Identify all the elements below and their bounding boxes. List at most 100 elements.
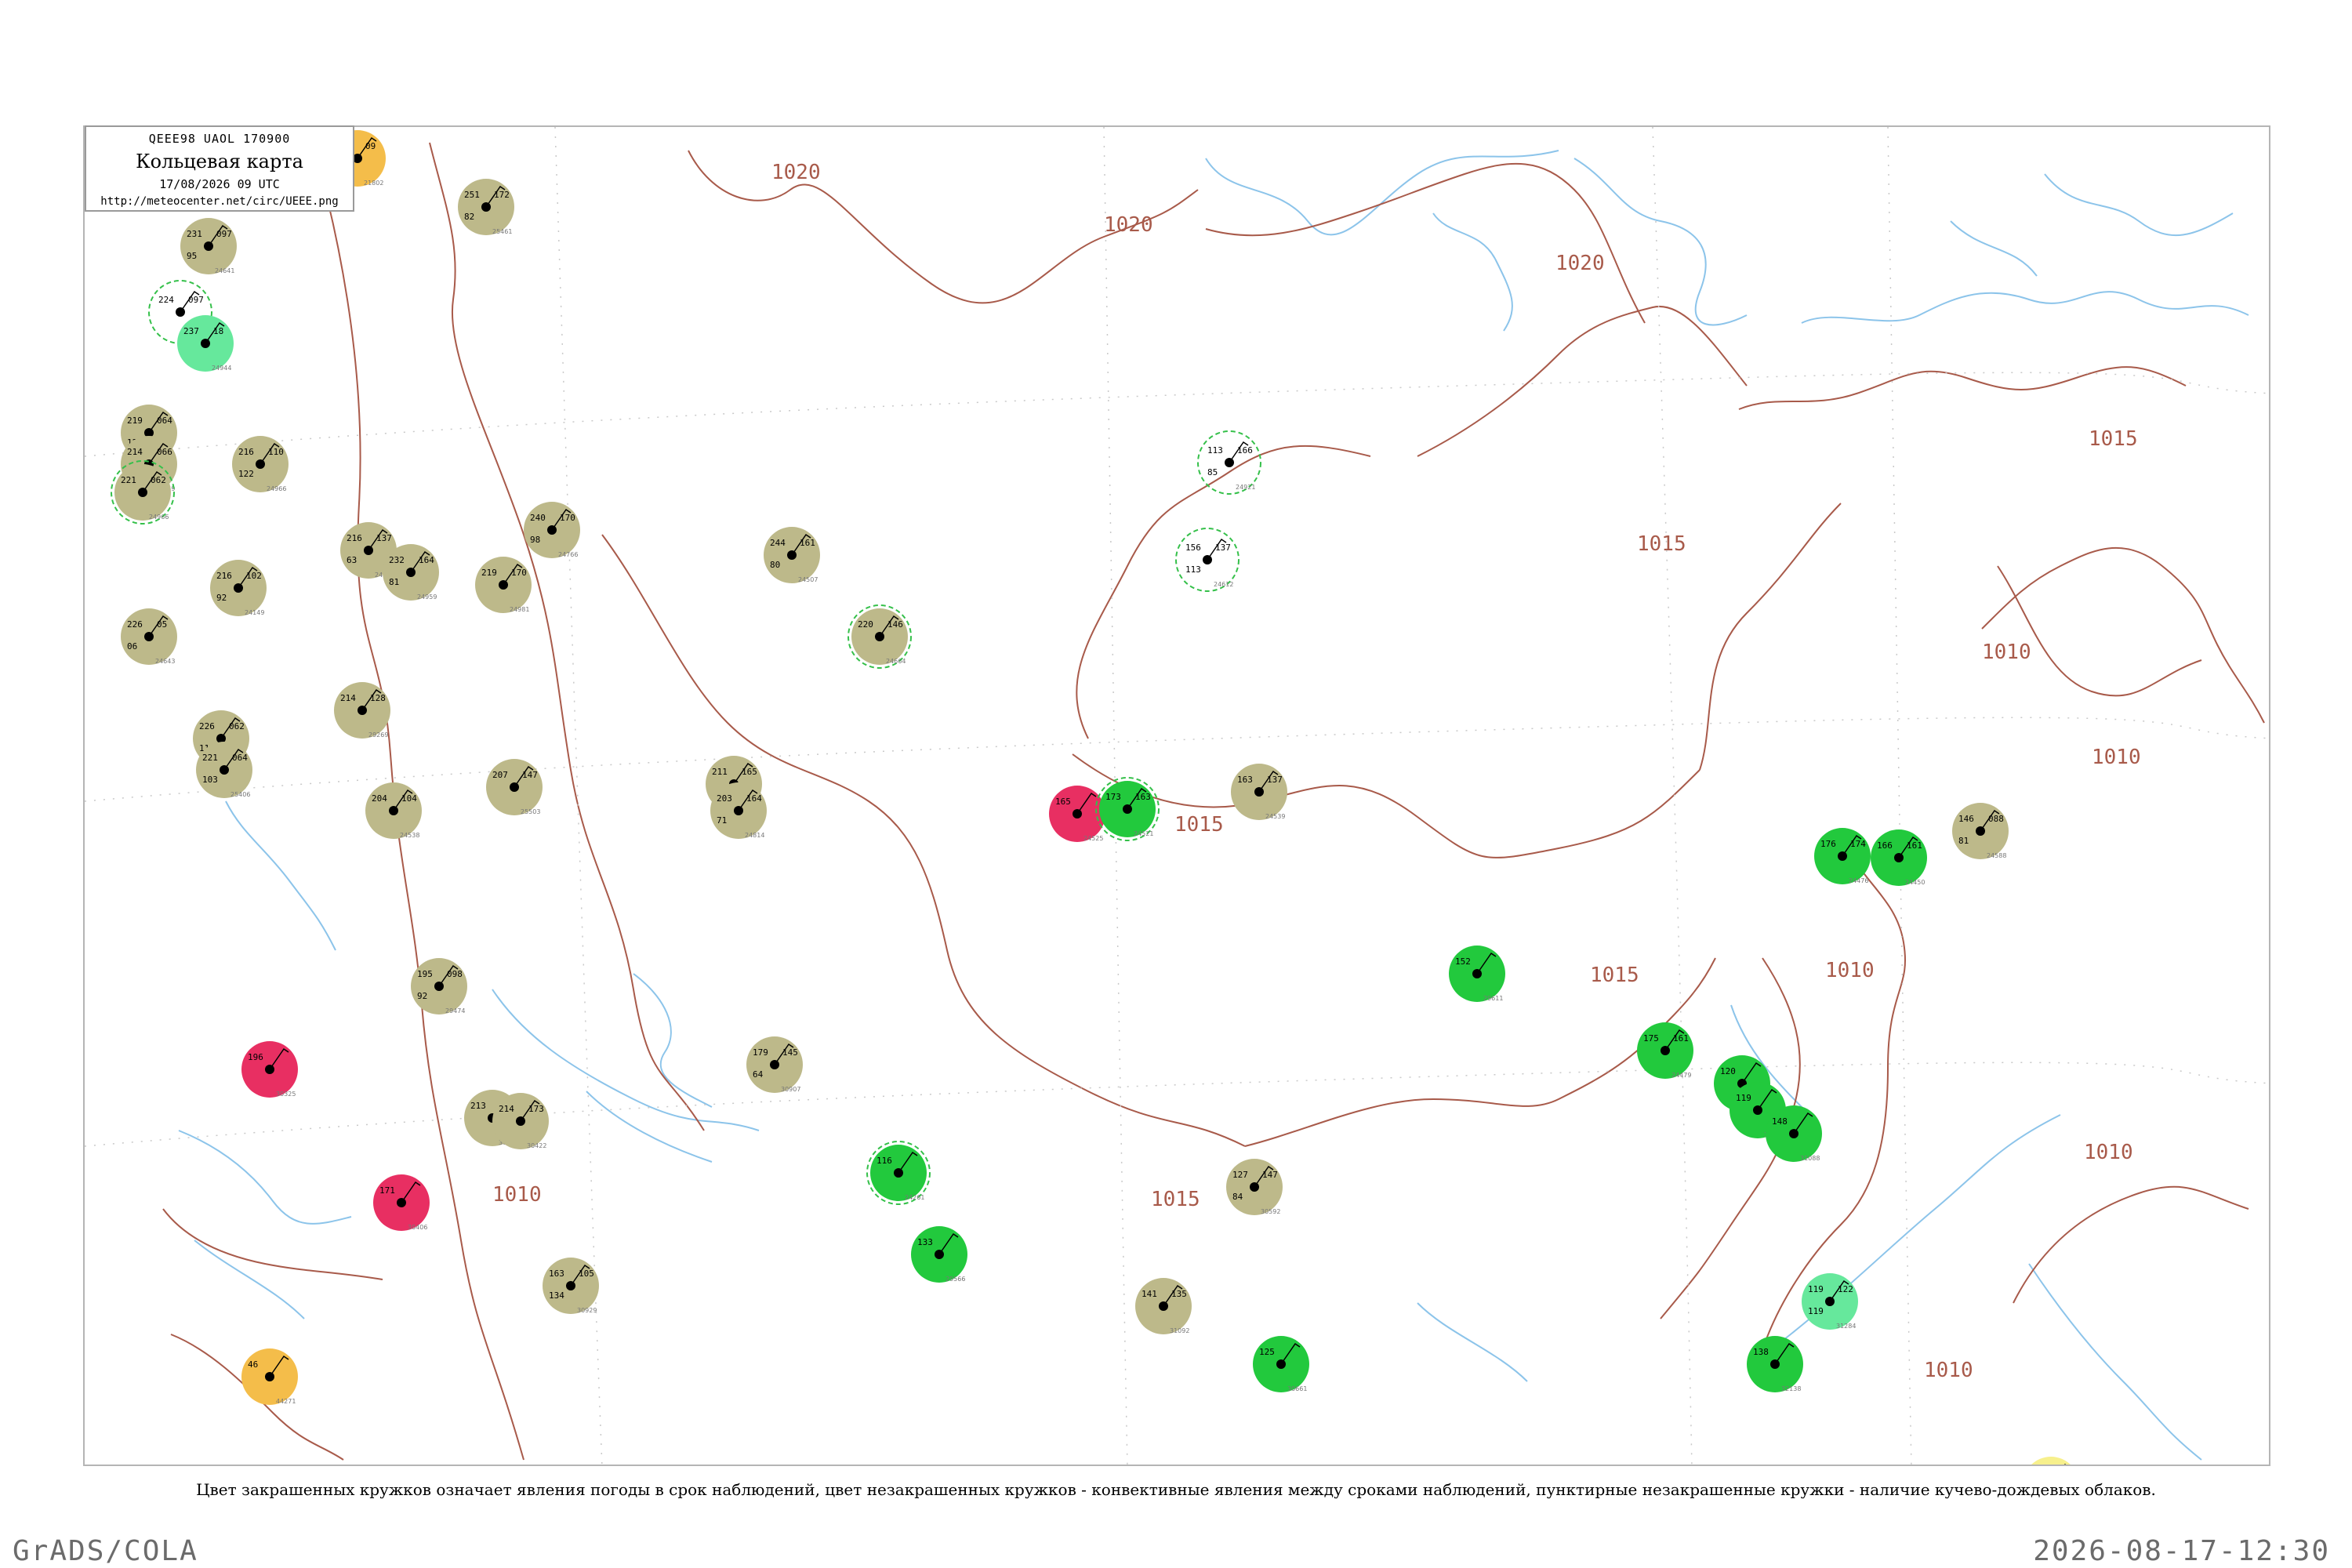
station-plot[interactable]: 119 122 119 31284 bbox=[1802, 1273, 1858, 1330]
station-plot[interactable]: 152 29611 bbox=[1449, 946, 1505, 1002]
station-temperature: 148 bbox=[1772, 1116, 1788, 1127]
station-index: 44271 bbox=[276, 1398, 296, 1405]
station-temperature: 196 bbox=[248, 1052, 263, 1062]
station-plot[interactable]: 226 05 06 24643 bbox=[121, 608, 177, 665]
station-temperature: 119 bbox=[1736, 1093, 1751, 1103]
station-plot[interactable]: 244 161 80 24507 bbox=[764, 527, 820, 583]
station-plot[interactable]: 220 146 24664 bbox=[848, 604, 912, 669]
station-index: 24966 bbox=[149, 514, 169, 521]
station-plot[interactable]: 195 098 92 29474 bbox=[411, 958, 467, 1014]
station-temperature: 133 bbox=[917, 1237, 933, 1247]
station-index: 24450 bbox=[1905, 879, 1925, 886]
station-index: 24959 bbox=[417, 593, 437, 601]
station-temperature: 125 bbox=[1259, 1347, 1275, 1357]
station-plot[interactable]: 232 164 81 24959 bbox=[383, 544, 439, 601]
station-plot[interactable]: 179 145 64 30907 bbox=[746, 1036, 803, 1093]
station-temperature: 216 bbox=[238, 447, 254, 457]
station-plot[interactable]: 141 135 31092 bbox=[1135, 1278, 1192, 1334]
station-temperature: 176 bbox=[1820, 839, 1836, 849]
station-pressure: 18 bbox=[213, 326, 223, 336]
isobar-label: 1010 bbox=[2084, 1141, 2133, 1164]
station-plot[interactable]: 156 137 113 24612 bbox=[1175, 528, 1240, 592]
station-plot[interactable]: 196 30325 bbox=[241, 1041, 298, 1098]
station-plot[interactable]: 219 170 24981 bbox=[475, 557, 532, 613]
station-plot[interactable]: 133 29566 bbox=[911, 1226, 967, 1283]
station-index: 30661 bbox=[1287, 1385, 1307, 1392]
station-plot[interactable]: 113 166 85 24921 bbox=[1197, 430, 1261, 495]
station-temperature: 237 bbox=[183, 326, 199, 336]
station-plot[interactable]: 173 163 24521 bbox=[1095, 777, 1160, 841]
station-temperature: 226 bbox=[127, 619, 143, 630]
station-plot[interactable]: 146 088 81 24588 bbox=[1952, 803, 2009, 859]
isobar-label: 1015 bbox=[1151, 1188, 1200, 1211]
station-plot[interactable]: 175 161 24479 bbox=[1637, 1022, 1693, 1079]
station-plot[interactable]: 214 173 30422 bbox=[492, 1093, 549, 1149]
station-plot[interactable]: 127 147 84 30592 bbox=[1226, 1159, 1283, 1215]
weather-stations: 2511728225461231097952464134409218022240… bbox=[111, 130, 2079, 1466]
station-temperature: 244 bbox=[770, 538, 786, 548]
station-index: 24981 bbox=[510, 606, 529, 613]
station-plot[interactable]: 163 137 24539 bbox=[1231, 764, 1287, 820]
isobar-label: 1015 bbox=[1174, 813, 1224, 837]
station-temperature: 226 bbox=[199, 721, 215, 731]
station-plot[interactable]: 163 105 134 30929 bbox=[543, 1258, 599, 1314]
station-plot[interactable]: 214 128 29269 bbox=[334, 682, 390, 739]
station-index: 24538 bbox=[400, 832, 419, 839]
station-plot[interactable]: 20109019531770 bbox=[2023, 1457, 2079, 1466]
station-pressure: 135 bbox=[1171, 1289, 1187, 1299]
station-plot[interactable]: 171 30406 bbox=[373, 1174, 430, 1231]
station-dewpoint: 84 bbox=[1232, 1192, 1243, 1202]
station-index: 24507 bbox=[798, 576, 818, 583]
map-canvas: 1020 1020 1020 1015 1015 1015 1015 1015 … bbox=[85, 127, 2269, 1466]
rivers bbox=[178, 150, 2249, 1461]
station-plot[interactable]: 176 174 24476 bbox=[1814, 828, 1871, 884]
station-index: 30592 bbox=[1261, 1208, 1280, 1215]
station-plot[interactable]: 251 172 82 25461 bbox=[458, 179, 514, 235]
station-plot[interactable]: 46 44271 bbox=[241, 1348, 298, 1405]
station-plot[interactable]: 166 161 24450 bbox=[1871, 829, 1927, 886]
station-plot[interactable]: 207 147 25503 bbox=[486, 759, 543, 815]
station-plot[interactable]: 216 102 92 24149 bbox=[210, 560, 267, 616]
isobar-label: 1020 bbox=[1104, 213, 1153, 237]
station-pressure: 170 bbox=[511, 568, 527, 578]
station-plot[interactable]: 216 110 122 24966 bbox=[232, 436, 289, 492]
station-plot[interactable]: 240 170 98 24766 bbox=[524, 502, 580, 558]
station-index: 30907 bbox=[781, 1086, 800, 1093]
station-temperature: 163 bbox=[1237, 775, 1253, 785]
station-plot[interactable]: 148 31088 bbox=[1766, 1105, 1822, 1162]
station-pressure: 098 bbox=[447, 969, 463, 979]
isobar-label: 1010 bbox=[2092, 746, 2141, 769]
station-index: 31088 bbox=[1800, 1155, 1820, 1162]
station-plot[interactable]: 204 104 24538 bbox=[365, 782, 422, 839]
station-dewpoint: 122 bbox=[238, 469, 254, 479]
isobar-label: 1015 bbox=[1637, 532, 1686, 556]
station-index: 30406 bbox=[408, 1224, 427, 1231]
station-pressure: 05 bbox=[157, 619, 167, 630]
station-plot[interactable]: 231 097 95 24641 bbox=[180, 218, 237, 274]
station-temperature: 116 bbox=[877, 1156, 892, 1166]
station-dewpoint: 92 bbox=[417, 991, 427, 1001]
station-temperature: 216 bbox=[216, 571, 232, 581]
map-url[interactable]: http://meteocenter.net/circ/UEEE.png bbox=[86, 195, 353, 208]
station-index: 21802 bbox=[364, 180, 383, 187]
station-plot[interactable]: 203 164 71 24814 bbox=[710, 782, 767, 839]
station-index: 25406 bbox=[230, 791, 250, 798]
station-index: 25503 bbox=[521, 808, 540, 815]
station-pressure: 172 bbox=[494, 190, 510, 200]
station-temperature: 219 bbox=[127, 416, 143, 426]
station-index: 31284 bbox=[1836, 1323, 1856, 1330]
isobar-label: 1015 bbox=[1590, 964, 1639, 987]
station-plot[interactable]: 125 30661 bbox=[1253, 1336, 1309, 1392]
station-temperature: 163 bbox=[549, 1269, 564, 1279]
grads-credit: GrADS/COLA bbox=[13, 1535, 198, 1567]
station-temperature: 152 bbox=[1455, 956, 1471, 967]
station-plot[interactable]: 237 18 24944 bbox=[177, 315, 234, 372]
station-index: 29269 bbox=[368, 731, 388, 739]
station-plot[interactable]: 116 24261 bbox=[866, 1141, 931, 1205]
station-plot[interactable]: 221 064 103 25406 bbox=[196, 742, 252, 798]
station-plot[interactable]: 138 32138 bbox=[1747, 1336, 1803, 1392]
station-plot[interactable]: 165 24525 bbox=[1049, 786, 1105, 842]
station-pressure: 064 bbox=[232, 753, 248, 763]
station-pressure: 137 bbox=[1215, 543, 1231, 553]
station-pressure: 147 bbox=[1262, 1170, 1278, 1180]
